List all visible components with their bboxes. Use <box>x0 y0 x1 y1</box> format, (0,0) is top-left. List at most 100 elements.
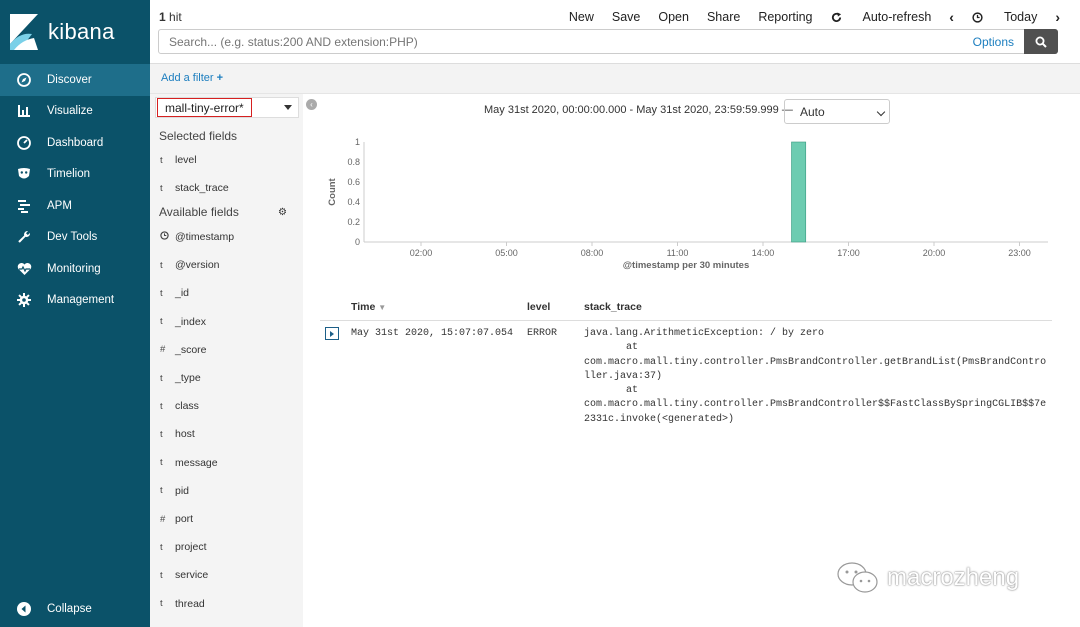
index-pattern-select[interactable]: mall-tiny-error* <box>155 97 299 118</box>
row-time: May 31st 2020, 15:07:07.054 <box>351 328 514 339</box>
number-type-icon: # <box>160 513 166 525</box>
interval-select[interactable]: Auto <box>784 99 890 124</box>
search-bar: Options <box>158 29 1058 54</box>
wrench-icon <box>16 229 32 245</box>
sidebar-item-timelion[interactable]: Timelion <box>0 159 150 191</box>
new-button[interactable]: New <box>569 10 594 24</box>
field-thread[interactable]: t thread <box>160 598 205 610</box>
interval-value: Auto <box>800 104 825 119</box>
auto-refresh-button[interactable]: Auto-refresh <box>831 10 932 24</box>
expand-row-button[interactable] <box>325 327 339 340</box>
sidebar-item-label: Management <box>47 294 115 307</box>
sidebar-item-label: Visualize <box>47 105 93 118</box>
field-name: port <box>175 513 194 525</box>
kibana-logo[interactable]: kibana <box>0 0 150 64</box>
field-service[interactable]: t service <box>160 569 208 581</box>
sidebar-item-label: Dashboard <box>47 136 104 149</box>
field-name: _index <box>175 315 206 328</box>
field-settings-gear-icon[interactable]: ⚙ <box>278 207 287 218</box>
field-name: _type <box>175 372 201 384</box>
x-axis-label: @timestamp per 30 minutes <box>623 260 749 271</box>
sidebar-item-apm[interactable]: APM <box>0 190 150 222</box>
field-name: @timestamp <box>175 231 235 243</box>
field-stacktrace[interactable]: t stack_trace <box>160 182 229 194</box>
field-host[interactable]: t host <box>160 428 195 440</box>
y-tick-label: 0.2 <box>347 217 360 227</box>
field-name: @version <box>175 259 220 272</box>
collapse-button[interactable]: Collapse <box>0 595 150 623</box>
sidebar-item-dashboard[interactable]: Dashboard <box>0 127 150 159</box>
field-name: _id <box>175 287 190 300</box>
table-header-divider <box>320 320 1052 321</box>
heartbeat-icon <box>16 261 32 277</box>
apm-bars-icon <box>16 198 32 214</box>
clock-icon <box>160 231 175 243</box>
histogram-bar <box>791 141 807 243</box>
x-tick-label: 05:00 <box>495 248 518 258</box>
search-input[interactable] <box>159 30 973 53</box>
chevron-right-icon[interactable]: › <box>1055 9 1060 25</box>
y-tick-label: 0.4 <box>347 197 360 207</box>
y-tick-label: 0 <box>355 237 360 247</box>
field-id[interactable]: t _id <box>160 287 189 299</box>
chevron-down-icon <box>876 107 886 117</box>
options-button[interactable]: Options <box>973 35 1014 49</box>
top-bar: 1 hit New Save Open Share Reporting Auto… <box>150 0 1080 64</box>
reporting-button[interactable]: Reporting <box>758 10 812 24</box>
field-name: message <box>175 456 218 469</box>
field-panel: mall-tiny-error* Selected fields Availab… <box>150 94 303 627</box>
field-message[interactable]: t message <box>160 457 218 469</box>
field-port[interactable]: # port <box>160 513 193 525</box>
field-name: stack_trace <box>175 182 229 195</box>
y-tick-label: 0.6 <box>347 177 360 187</box>
bar-chart-icon <box>16 103 32 119</box>
today-button[interactable]: Today <box>972 10 1037 24</box>
dashboard-gauge-icon <box>16 135 32 151</box>
timelion-mask-icon <box>16 166 32 182</box>
field-name: level <box>175 154 197 166</box>
string-type-icon: t <box>160 541 163 553</box>
string-type-icon: t <box>160 316 163 328</box>
field-name: service <box>175 569 209 582</box>
field-score[interactable]: # _score <box>160 344 207 356</box>
string-type-icon: t <box>160 259 163 271</box>
field-version[interactable]: t @version <box>160 259 220 271</box>
field-index[interactable]: t _index <box>160 316 206 328</box>
sort-caret-icon: ▼ <box>378 303 387 312</box>
string-type-icon: t <box>160 598 163 610</box>
field-type[interactable]: t _type <box>160 372 201 384</box>
stack-trace-column-header[interactable]: stack_trace <box>584 301 642 313</box>
chevron-left-icon[interactable]: ‹ <box>949 9 954 25</box>
field-class[interactable]: t class <box>160 400 199 412</box>
document-table: Time ▼ level stack_trace May 31st 2020, … <box>320 296 1052 436</box>
caret-down-icon <box>284 105 292 110</box>
field-pid[interactable]: t pid <box>160 485 189 497</box>
add-filter-label: Add a filter <box>161 72 214 84</box>
save-button[interactable]: Save <box>612 10 641 24</box>
gear-icon <box>16 292 32 308</box>
search-button[interactable] <box>1024 29 1058 54</box>
field-name: pid <box>175 484 190 497</box>
collapse-sidebar-icon[interactable]: ‹ <box>306 99 317 110</box>
share-button[interactable]: Share <box>707 10 740 24</box>
sidebar-item-monitoring[interactable]: Monitoring <box>0 253 150 285</box>
available-fields-title: Available fields <box>159 205 239 219</box>
add-filter-button[interactable]: Add a filter + <box>161 72 223 84</box>
sidebar-item-management[interactable]: Management <box>0 285 150 317</box>
field-name: thread <box>175 597 205 610</box>
time-column-header[interactable]: Time ▼ <box>351 301 386 313</box>
field-project[interactable]: t project <box>160 541 207 553</box>
field-level[interactable]: t level <box>160 154 197 166</box>
level-column-header[interactable]: level <box>527 301 550 313</box>
auto-refresh-label: Auto-refresh <box>862 10 932 24</box>
open-button[interactable]: Open <box>658 10 689 24</box>
sidebar-item-discover[interactable]: Discover <box>0 64 150 96</box>
kibana-logo-icon <box>10 14 38 50</box>
string-type-icon: t <box>160 154 163 166</box>
sidebar-item-visualize[interactable]: Visualize <box>0 96 150 128</box>
sidebar-item-dev-tools[interactable]: Dev Tools <box>0 222 150 254</box>
field-timestamp[interactable]: @timestamp <box>160 231 234 243</box>
time-range: May 31st 2020, 00:00:00.000 - May 31st 2… <box>484 104 793 116</box>
plus-icon: + <box>216 72 224 84</box>
x-tick-label: 14:00 <box>752 248 775 258</box>
